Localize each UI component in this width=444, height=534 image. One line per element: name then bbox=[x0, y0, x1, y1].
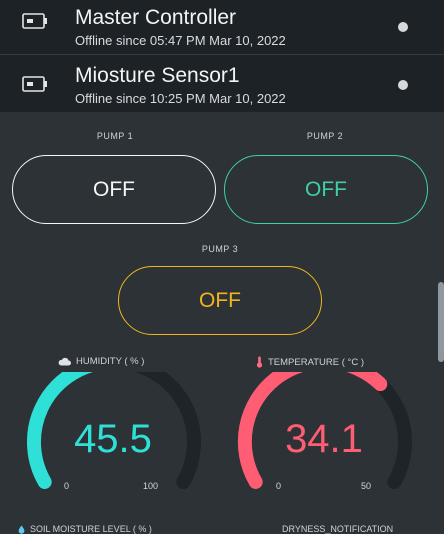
humidity-title: HUMIDITY ( % ) bbox=[58, 356, 144, 367]
pump-3-toggle-button[interactable]: OFF bbox=[118, 266, 322, 335]
device-row-master-controller[interactable]: Master Controller Offline since 05:47 PM… bbox=[0, 0, 444, 56]
temperature-title-text: TEMPERATURE ( °C ) bbox=[268, 356, 364, 368]
soil-moisture-title: SOIL MOISTURE LEVEL ( % ) bbox=[18, 524, 152, 534]
pump-2-label: PUMP 2 bbox=[306, 131, 344, 141]
pump-1-label: PUMP 1 bbox=[96, 131, 134, 141]
soil-moisture-title-text: SOIL MOISTURE LEVEL ( % ) bbox=[30, 524, 152, 534]
humidity-value: 45.5 bbox=[74, 417, 152, 461]
pump-2-state: OFF bbox=[305, 177, 347, 201]
temperature-value: 34.1 bbox=[285, 417, 363, 461]
temperature-min: 0 bbox=[276, 481, 282, 491]
temperature-max: 50 bbox=[361, 481, 372, 491]
status-dot bbox=[398, 22, 408, 32]
device-icon bbox=[22, 76, 47, 92]
thermometer-icon bbox=[256, 356, 263, 368]
temperature-title: TEMPERATURE ( °C ) bbox=[256, 356, 364, 368]
pump-1-toggle-button[interactable]: OFF bbox=[12, 155, 216, 224]
cloud-icon bbox=[58, 357, 71, 366]
pump-3-label: PUMP 3 bbox=[201, 244, 239, 254]
pump-2-toggle-button[interactable]: OFF bbox=[224, 155, 428, 224]
humidity-title-text: HUMIDITY ( % ) bbox=[76, 356, 145, 367]
scrollbar[interactable] bbox=[438, 282, 444, 362]
pump-1-state: OFF bbox=[93, 177, 135, 201]
device-row-moisture-sensor[interactable]: Miosture Sensor1 Offline since 10:25 PM … bbox=[0, 56, 444, 112]
device-name: Master Controller bbox=[75, 6, 237, 29]
pump-3-state: OFF bbox=[199, 288, 241, 312]
divider bbox=[0, 54, 444, 55]
dryness-notification-title: DRYNESS_NOTIFICATION bbox=[282, 524, 394, 534]
humidity-min: 0 bbox=[64, 481, 70, 491]
device-icon bbox=[22, 13, 47, 29]
device-status: Offline since 10:25 PM Mar 10, 2022 bbox=[75, 91, 286, 106]
device-list: Master Controller Offline since 05:47 PM… bbox=[0, 0, 444, 112]
device-status: Offline since 05:47 PM Mar 10, 2022 bbox=[75, 33, 286, 48]
status-dot bbox=[398, 80, 408, 90]
device-name: Miosture Sensor1 bbox=[75, 64, 240, 87]
humidity-max: 100 bbox=[143, 481, 159, 491]
water-drop-icon bbox=[18, 525, 25, 534]
